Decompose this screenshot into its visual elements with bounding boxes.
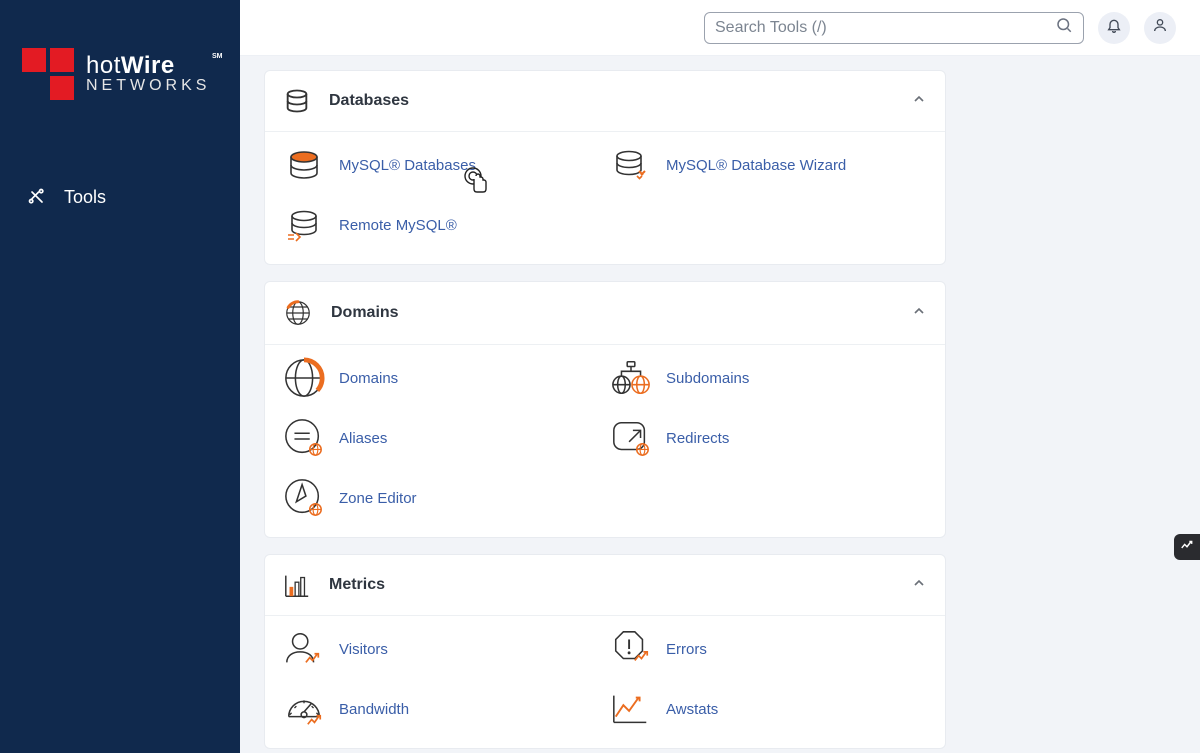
search-box[interactable] xyxy=(704,12,1084,44)
zone-editor-icon xyxy=(283,477,325,519)
panel-metrics: Metrics Visitors xyxy=(264,554,946,749)
panel-header-databases[interactable]: Databases xyxy=(265,71,945,132)
chevron-up-icon xyxy=(911,575,927,596)
chevron-up-icon xyxy=(911,91,927,112)
brand-subtitle: NETWORKS xyxy=(86,78,210,95)
tool-bandwidth[interactable]: Bandwidth xyxy=(283,688,600,730)
brand-text: hotWireSM NETWORKS xyxy=(86,53,210,95)
subdomains-icon xyxy=(610,357,652,399)
tool-aliases[interactable]: Aliases xyxy=(283,417,600,459)
tool-label: Errors xyxy=(666,641,707,658)
brand-mark xyxy=(22,48,74,100)
panel-domains: Domains Domains xyxy=(264,281,946,538)
brand-name-thin: hot xyxy=(86,52,121,79)
mysql-wizard-icon xyxy=(610,144,652,186)
panel-title: Domains xyxy=(331,304,893,322)
sidebar: hotWire SM NETWORKS Tools xyxy=(0,0,240,753)
tool-label: Awstats xyxy=(666,701,718,718)
sidebar-item-tools[interactable]: Tools xyxy=(0,172,240,222)
domains-icon xyxy=(283,357,325,399)
tool-remote-mysql[interactable]: Remote MySQL® xyxy=(283,204,600,246)
panel-header-metrics[interactable]: Metrics xyxy=(265,555,945,616)
notifications-button[interactable] xyxy=(1098,12,1130,44)
errors-icon xyxy=(610,628,652,670)
account-button[interactable] xyxy=(1144,12,1176,44)
tool-mysql-databases[interactable]: MySQL® Databases xyxy=(283,144,600,186)
bandwidth-icon xyxy=(283,688,325,730)
panel-databases: Databases MySQL® Databases xyxy=(264,70,946,265)
database-icon xyxy=(283,87,311,115)
aliases-icon xyxy=(283,417,325,459)
chart-icon xyxy=(1180,538,1194,557)
tool-label: Visitors xyxy=(339,641,388,658)
mysql-db-icon xyxy=(283,144,325,186)
tool-domains[interactable]: Domains xyxy=(283,357,600,399)
tool-label: Zone Editor xyxy=(339,490,417,507)
panel-header-domains[interactable]: Domains xyxy=(265,282,945,345)
search-input[interactable] xyxy=(715,19,1055,37)
main-content: Databases MySQL® Databases xyxy=(240,56,1200,753)
visitors-icon xyxy=(283,628,325,670)
tool-label: Subdomains xyxy=(666,370,749,387)
tool-label: MySQL® Database Wizard xyxy=(666,157,846,174)
tool-label: Remote MySQL® xyxy=(339,217,457,234)
brand-logo: hotWire SM NETWORKS xyxy=(0,0,240,128)
tool-visitors[interactable]: Visitors xyxy=(283,628,600,670)
tool-label: Aliases xyxy=(339,430,387,447)
topbar xyxy=(240,0,1200,56)
stats-fab[interactable] xyxy=(1174,534,1200,560)
bell-icon xyxy=(1106,17,1122,38)
search-icon xyxy=(1055,16,1073,39)
user-icon xyxy=(1152,17,1168,38)
sidebar-item-label: Tools xyxy=(64,187,106,208)
tool-label: MySQL® Databases xyxy=(339,157,476,174)
globe-icon xyxy=(283,298,313,328)
redirects-icon xyxy=(610,417,652,459)
tool-redirects[interactable]: Redirects xyxy=(610,417,927,459)
tool-label: Domains xyxy=(339,370,398,387)
awstats-icon xyxy=(610,688,652,730)
tool-errors[interactable]: Errors xyxy=(610,628,927,670)
metrics-icon xyxy=(283,571,311,599)
remote-mysql-icon xyxy=(283,204,325,246)
panel-title: Metrics xyxy=(329,576,893,594)
chevron-up-icon xyxy=(911,303,927,324)
tool-label: Redirects xyxy=(666,430,729,447)
brand-name-bold: Wire xyxy=(121,52,175,79)
tool-zone-editor[interactable]: Zone Editor xyxy=(283,477,600,519)
tool-awstats[interactable]: Awstats xyxy=(610,688,927,730)
tools-icon xyxy=(26,186,48,208)
tool-subdomains[interactable]: Subdomains xyxy=(610,357,927,399)
tool-label: Bandwidth xyxy=(339,701,409,718)
panel-title: Databases xyxy=(329,92,893,110)
tool-mysql-wizard[interactable]: MySQL® Database Wizard xyxy=(610,144,927,186)
brand-sm: SM xyxy=(212,53,223,60)
